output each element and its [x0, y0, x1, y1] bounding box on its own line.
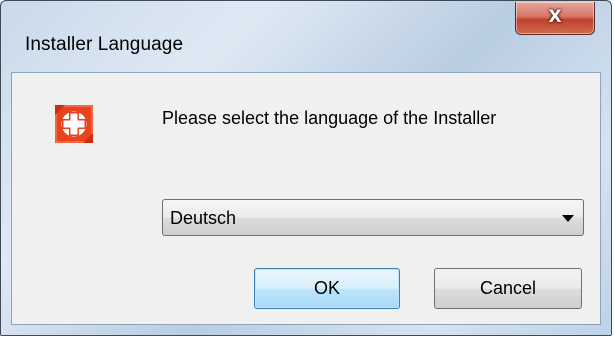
- red-swiss-cross-icon: [55, 105, 93, 143]
- dropdown-arrow-icon[interactable]: [562, 215, 574, 222]
- close-button[interactable]: X: [515, 2, 595, 35]
- dialog-body: Please select the language of the Instal…: [11, 72, 601, 325]
- language-select[interactable]: Deutsch: [162, 199, 584, 236]
- language-select-value: Deutsch: [170, 208, 237, 228]
- installer-language-window: Installer Language X Please select the l…: [0, 0, 612, 336]
- language-prompt: Please select the language of the Instal…: [162, 108, 497, 128]
- cancel-button[interactable]: Cancel: [434, 268, 582, 309]
- ok-button[interactable]: OK: [254, 268, 400, 309]
- close-icon: X: [548, 7, 562, 27]
- window-title: Installer Language: [25, 34, 184, 55]
- title-bar[interactable]: Installer Language X: [1, 1, 611, 63]
